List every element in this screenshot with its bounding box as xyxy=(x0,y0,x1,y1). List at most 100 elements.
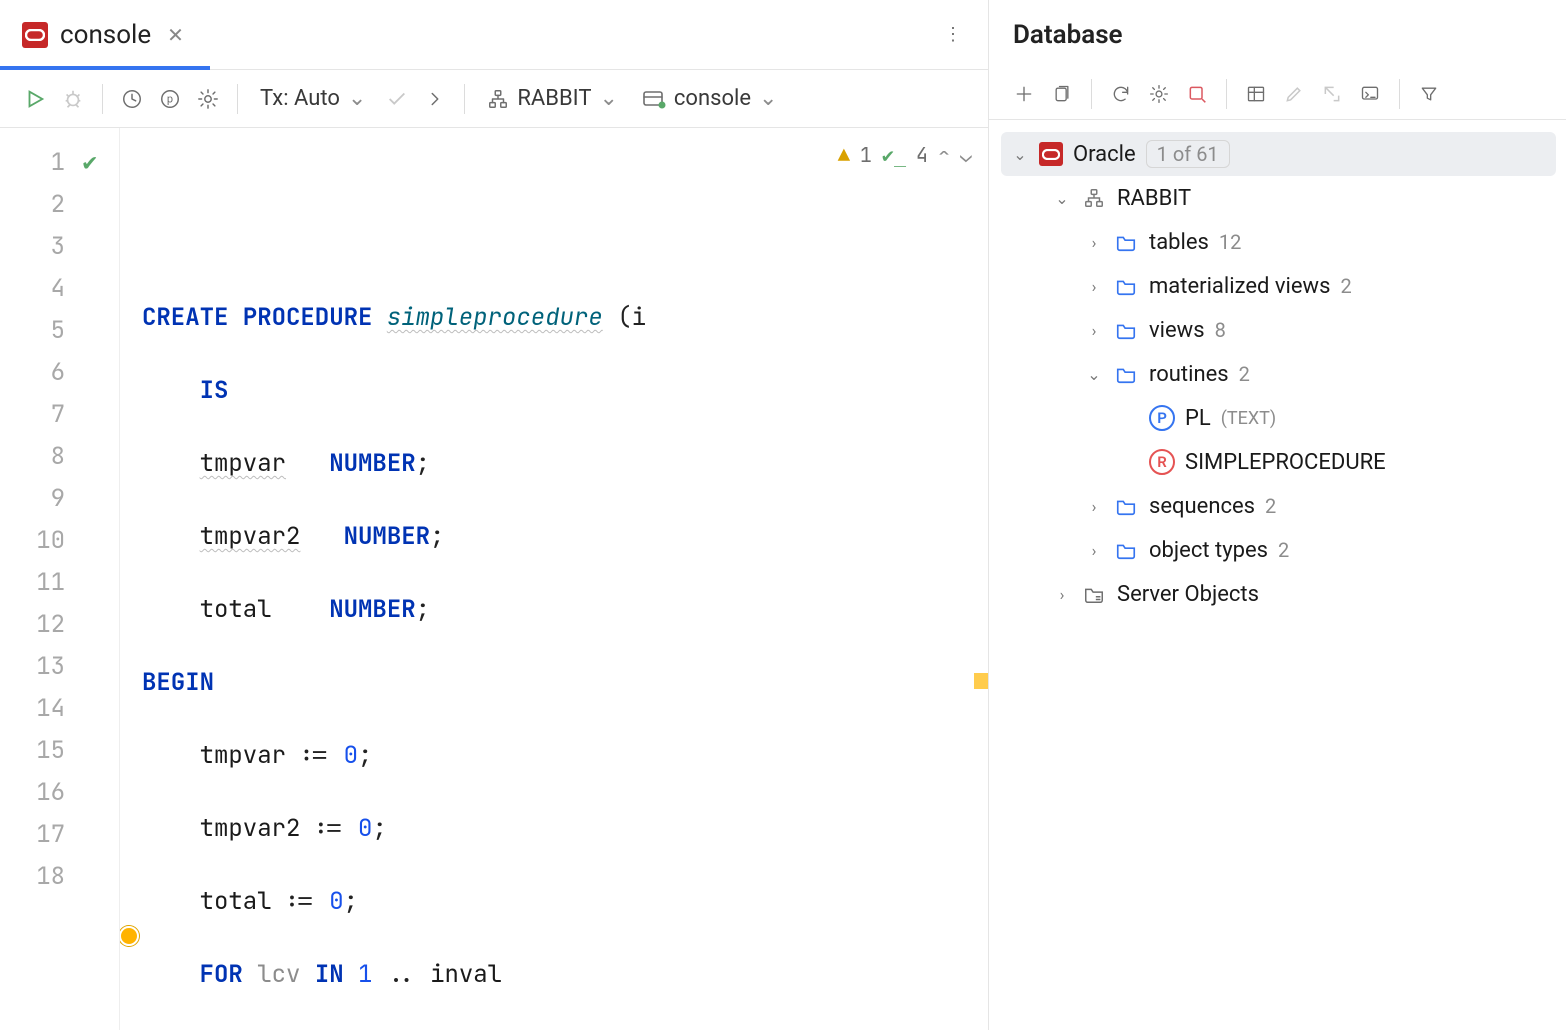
chevron-right-icon[interactable]: › xyxy=(1085,277,1103,296)
rollback-icon[interactable] xyxy=(418,82,452,116)
add-icon[interactable] xyxy=(1007,77,1041,111)
session-dropdown[interactable]: console ⌄ xyxy=(632,82,788,115)
tree-node-matviews[interactable]: › materialized views 2 xyxy=(1001,264,1556,308)
gutter: 1✔ 2 3 4 5 6 7 8 9 10 11 12 13 14 15 16 … xyxy=(0,128,120,1030)
tree-node-object-types[interactable]: › object types 2 xyxy=(1001,528,1556,572)
chevron-down-icon[interactable]: ⌄ xyxy=(1053,189,1071,208)
commit-icon[interactable] xyxy=(380,82,414,116)
tree-label: tables xyxy=(1149,230,1209,255)
database-toolbar xyxy=(989,68,1566,120)
chevron-right-icon[interactable]: › xyxy=(1085,497,1103,516)
tree-label: Server Objects xyxy=(1117,582,1259,607)
code-editor[interactable]: 1✔ 2 3 4 5 6 7 8 9 10 11 12 13 14 15 16 … xyxy=(0,128,988,1030)
tree-label: object types xyxy=(1149,538,1268,563)
typo-icon: ✔̲ xyxy=(882,142,906,168)
chevron-down-icon[interactable]: ⌄ xyxy=(960,142,972,168)
database-tree[interactable]: ⌄ Oracle 1 of 61 ⌄ RABBIT › tables 12 › xyxy=(989,120,1566,616)
schema-icon xyxy=(1081,185,1107,211)
tree-sublabel: (TEXT) xyxy=(1221,408,1276,429)
filter-icon[interactable] xyxy=(1412,77,1446,111)
database-panel-title: Database xyxy=(989,0,1566,68)
tree-node-routine-simpleprocedure[interactable]: R SIMPLEPROCEDURE xyxy=(1001,440,1556,484)
tree-node-oracle[interactable]: ⌄ Oracle 1 of 61 xyxy=(1001,132,1556,176)
folder-icon xyxy=(1113,537,1139,563)
duplicate-icon[interactable] xyxy=(1045,77,1079,111)
tab-label: console xyxy=(60,20,151,50)
jump-icon[interactable] xyxy=(1315,77,1349,111)
folder-icon xyxy=(1113,317,1139,343)
run-icon[interactable] xyxy=(18,82,52,116)
chevron-down-icon: ⌄ xyxy=(348,86,366,111)
svg-text:p: p xyxy=(167,92,173,105)
tree-label: Oracle xyxy=(1073,142,1136,167)
chevron-down-icon[interactable]: ⌄ xyxy=(1085,365,1103,384)
tree-count: 2 xyxy=(1239,362,1250,386)
tree-node-tables[interactable]: › tables 12 xyxy=(1001,220,1556,264)
tab-console[interactable]: console ✕ xyxy=(0,0,210,69)
tree-count: 2 xyxy=(1278,538,1289,562)
properties-icon[interactable]: p xyxy=(153,82,187,116)
warning-icon: ▲ xyxy=(838,142,850,168)
procedure-icon: P xyxy=(1149,405,1175,431)
folder-icon xyxy=(1113,273,1139,299)
folder-icon xyxy=(1113,493,1139,519)
tree-node-sequences[interactable]: › sequences 2 xyxy=(1001,484,1556,528)
chevron-right-icon[interactable]: › xyxy=(1085,541,1103,560)
folder-icon xyxy=(1113,361,1139,387)
tree-label: SIMPLEPROCEDURE xyxy=(1185,450,1386,475)
editor-tab-row: console ✕ ⋮ xyxy=(0,0,988,70)
settings-icon[interactable] xyxy=(191,82,225,116)
tree-label: views xyxy=(1149,318,1205,343)
database-pane: Database ⌄ Oracle 1 of 61 ⌄ xyxy=(989,0,1566,1030)
chevron-right-icon[interactable]: › xyxy=(1085,233,1103,252)
tree-node-rabbit[interactable]: ⌄ RABBIT xyxy=(1001,176,1556,220)
tx-mode-label: Tx: Auto xyxy=(260,86,340,111)
routine-icon: R xyxy=(1149,449,1175,475)
tx-mode-dropdown[interactable]: Tx: Auto ⌄ xyxy=(250,82,376,115)
refresh-icon[interactable] xyxy=(1104,77,1138,111)
edit-icon[interactable] xyxy=(1277,77,1311,111)
oracle-icon xyxy=(22,22,48,48)
tree-count: 2 xyxy=(1340,274,1351,298)
gear-icon[interactable] xyxy=(1142,77,1176,111)
table-view-icon[interactable] xyxy=(1239,77,1273,111)
warning-stripe[interactable] xyxy=(974,673,988,689)
check-icon: ✔ xyxy=(83,142,97,184)
tree-node-server-objects[interactable]: › Server Objects xyxy=(1001,572,1556,616)
debug-icon[interactable] xyxy=(56,82,90,116)
editor-toolbar: p Tx: Auto ⌄ RABBIT ⌄ console ⌄ xyxy=(0,70,988,128)
session-label: console xyxy=(674,86,751,111)
oracle-icon xyxy=(1039,142,1063,166)
tree-node-routine-pl[interactable]: P PL (TEXT) xyxy=(1001,396,1556,440)
schema-label: RABBIT xyxy=(517,86,591,111)
chevron-right-icon[interactable]: › xyxy=(1085,321,1103,340)
intention-bulb-icon[interactable] xyxy=(120,926,139,946)
tree-count: 2 xyxy=(1265,494,1276,518)
chevron-down-icon: ⌄ xyxy=(599,86,617,111)
tree-node-views[interactable]: › views 8 xyxy=(1001,308,1556,352)
tree-label: routines xyxy=(1149,362,1229,387)
chevron-down-icon[interactable]: ⌄ xyxy=(1011,145,1029,164)
tree-node-routines[interactable]: ⌄ routines 2 xyxy=(1001,352,1556,396)
tree-label: materialized views xyxy=(1149,274,1330,299)
chevron-right-icon[interactable]: › xyxy=(1053,585,1071,604)
inspection-widget[interactable]: ▲1 ✔̲4 ⌃ ⌄ xyxy=(838,142,972,168)
tree-label: PL xyxy=(1185,406,1211,431)
code-body[interactable]: ▲1 ✔̲4 ⌃ ⌄ CREATE PROCEDURE simpleproced… xyxy=(120,128,988,1030)
editor-pane: console ✕ ⋮ p Tx: Auto ⌄ xyxy=(0,0,989,1030)
tree-label: sequences xyxy=(1149,494,1255,519)
server-objects-icon xyxy=(1081,581,1107,607)
chevron-up-icon[interactable]: ⌃ xyxy=(938,142,950,168)
console-icon[interactable] xyxy=(1353,77,1387,111)
schema-dropdown[interactable]: RABBIT ⌄ xyxy=(477,82,628,115)
tree-count: 12 xyxy=(1219,230,1241,254)
chevron-down-icon: ⌄ xyxy=(759,86,777,111)
history-icon[interactable] xyxy=(115,82,149,116)
close-icon[interactable]: ✕ xyxy=(163,19,188,51)
tree-count: 1 of 61 xyxy=(1146,140,1230,168)
folder-icon xyxy=(1113,229,1139,255)
tree-count: 8 xyxy=(1215,318,1226,342)
stop-icon[interactable] xyxy=(1180,77,1214,111)
more-icon[interactable]: ⋮ xyxy=(920,24,988,45)
tree-label: RABBIT xyxy=(1117,186,1191,211)
